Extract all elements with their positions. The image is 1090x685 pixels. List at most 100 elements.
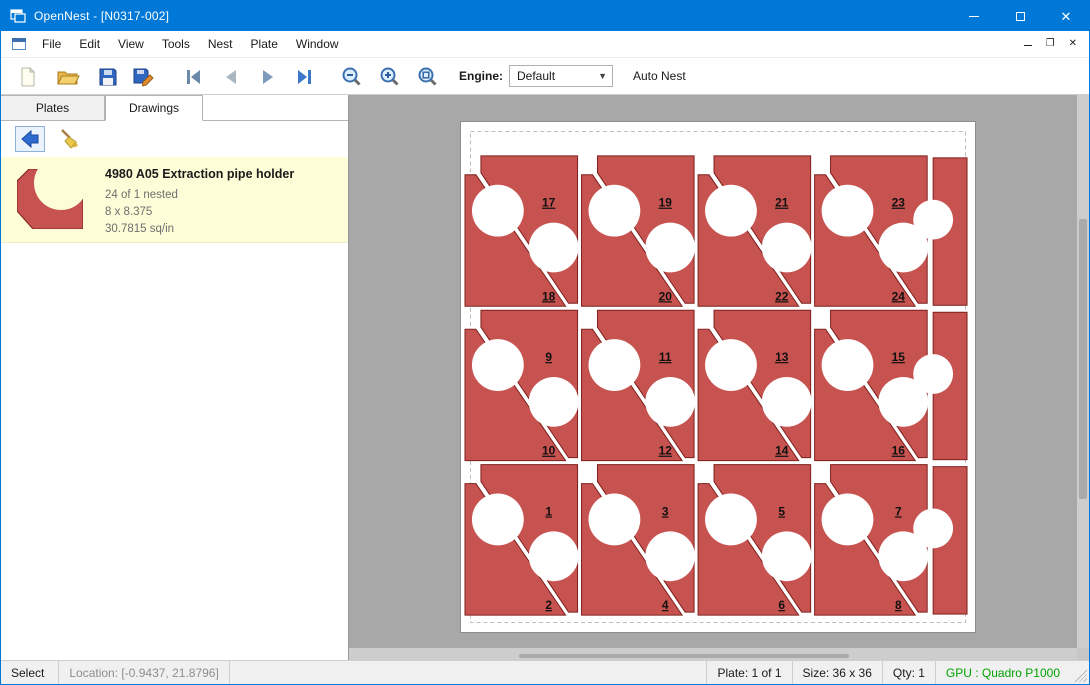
new-button[interactable] (16, 65, 40, 89)
nav-first-button[interactable] (182, 65, 206, 89)
menu-plate[interactable]: Plate (242, 31, 287, 58)
part-number: 3 (662, 504, 669, 518)
part-pair: 1920 (582, 156, 696, 306)
pipe-hole (589, 185, 641, 237)
part-number: 22 (775, 289, 789, 303)
minimize-icon (969, 16, 979, 17)
menu-tools[interactable]: Tools (153, 31, 199, 58)
pipe-hole (529, 223, 579, 273)
part-number: 12 (659, 444, 673, 458)
maximize-icon (1016, 12, 1025, 21)
zoom-out-button[interactable] (340, 65, 364, 89)
drawing-title: 4980 A05 Extraction pipe holder (105, 167, 294, 181)
part-number: 10 (542, 444, 556, 458)
scrollbar-corner (1077, 648, 1089, 660)
nest-plate-svg: 171819202122232491011121314151612345678 (461, 122, 975, 632)
menu-file[interactable]: File (33, 31, 70, 58)
pipe-hole (472, 339, 524, 391)
broom-icon (57, 127, 81, 151)
pipe-hole (762, 223, 812, 273)
pipe-hole (589, 339, 641, 391)
pipe-hole (913, 508, 953, 548)
drawing-list: 4980 A05 Extraction pipe holder 24 of 1 … (1, 157, 348, 660)
open-folder-icon (56, 66, 80, 88)
tab-plates[interactable]: Plates (1, 95, 105, 120)
save-as-button[interactable] (132, 65, 156, 89)
mdi-close-button[interactable]: ✕ (1069, 39, 1077, 49)
save-button[interactable] (96, 65, 120, 89)
pipe-hole (705, 339, 757, 391)
pipe-hole (645, 377, 695, 427)
menu-edit[interactable]: Edit (70, 31, 109, 58)
engine-dropdown[interactable]: Default ▼ (509, 65, 613, 87)
part-number: 23 (892, 196, 906, 210)
clean-button[interactable] (54, 126, 84, 152)
mdi-restore-icon: ❐ (1046, 38, 1055, 49)
status-size: Size: 36 x 36 (792, 661, 882, 684)
auto-nest-button[interactable]: Auto Nest (633, 58, 686, 94)
part-pair: 9 10 (465, 310, 579, 460)
part-number: 13 (775, 350, 789, 364)
part-pair: 56 (698, 465, 812, 615)
new-file-icon (17, 66, 39, 88)
part-pair: 13 14 (698, 310, 812, 460)
drawing-item[interactable]: 4980 A05 Extraction pipe holder 24 of 1 … (1, 157, 348, 243)
pipe-hole (913, 200, 953, 240)
maximize-button[interactable] (997, 1, 1043, 31)
horizontal-scroll-thumb[interactable] (519, 654, 849, 658)
pipe-hole (645, 531, 695, 581)
part-number: 17 (542, 196, 556, 210)
mdi-restore-button[interactable]: ❐ (1046, 39, 1055, 49)
part-number: 18 (542, 289, 556, 303)
vertical-scroll-thumb[interactable] (1079, 219, 1087, 499)
part-thumbnail (17, 169, 83, 234)
main-toolbar: Engine: Default ▼ Auto Nest (1, 58, 1089, 95)
part-number: 15 (892, 350, 906, 364)
nav-prev-button[interactable] (219, 65, 243, 89)
menu-view[interactable]: View (109, 31, 153, 58)
part-pair: 34 (582, 465, 696, 615)
nest-canvas[interactable]: 171819202122232491011121314151612345678 (349, 95, 1089, 660)
open-button[interactable] (56, 65, 80, 89)
menu-nest[interactable]: Nest (199, 31, 242, 58)
nav-next-button[interactable] (256, 65, 280, 89)
part-number: 20 (659, 289, 673, 303)
tab-drawings[interactable]: Drawings (105, 95, 203, 121)
menu-window[interactable]: Window (287, 31, 348, 58)
pipe-hole (705, 185, 757, 237)
pipe-hole (705, 494, 757, 546)
zoom-fit-icon (417, 66, 439, 88)
pipe-hole (645, 223, 695, 273)
part-pair: 2122 (698, 156, 812, 306)
status-mode: Select (1, 661, 59, 684)
vertical-scrollbar[interactable] (1077, 95, 1089, 648)
resize-grip[interactable] (1074, 669, 1087, 682)
close-icon: ✕ (1061, 10, 1072, 23)
drawing-info: 4980 A05 Extraction pipe holder 24 of 1 … (105, 165, 294, 234)
part-number: 9 (545, 350, 552, 364)
window-title: OpenNest - [N0317-002] (34, 9, 169, 23)
return-arrow-button[interactable] (15, 126, 45, 152)
part-number: 7 (895, 504, 902, 518)
mdi-minimize-button[interactable] (1024, 39, 1032, 49)
mdi-close-icon: ✕ (1069, 38, 1077, 49)
part-pair: 12 (465, 465, 579, 615)
next-arrow-icon (257, 66, 279, 88)
zoom-in-button[interactable] (378, 65, 402, 89)
minimize-button[interactable] (951, 1, 997, 31)
mdi-window-controls: ❐ ✕ (1024, 39, 1089, 49)
part-number: 14 (775, 444, 789, 458)
part-pair: 78 (815, 465, 929, 615)
document-icon[interactable] (11, 36, 27, 52)
title-bar: OpenNest - [N0317-002] ✕ (1, 1, 1089, 31)
part-number: 11 (659, 350, 672, 364)
save-icon (97, 66, 119, 88)
pipe-hole (472, 185, 524, 237)
status-location: Location: [-0.9437, 21.8796] (59, 661, 229, 684)
zoom-fit-button[interactable] (416, 65, 440, 89)
close-button[interactable]: ✕ (1043, 1, 1089, 31)
horizontal-scrollbar[interactable] (349, 648, 1077, 660)
part-pair: 11 12 (582, 310, 696, 460)
nav-last-button[interactable] (293, 65, 317, 89)
plate[interactable]: 171819202122232491011121314151612345678 (460, 121, 976, 633)
